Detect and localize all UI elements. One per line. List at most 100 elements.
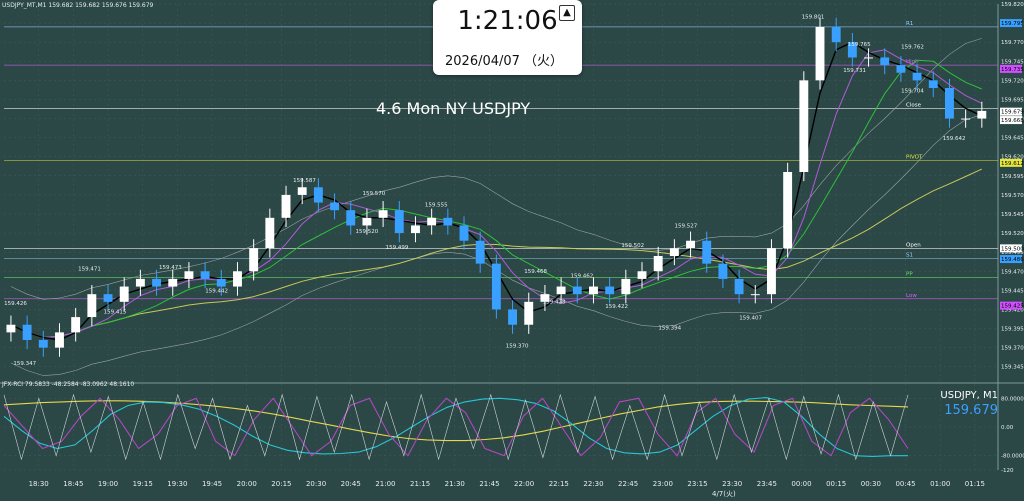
price-label: 159.394 (658, 325, 681, 331)
price-label: 159.473 (159, 265, 182, 271)
time-tick: 22:00 (514, 480, 534, 488)
price-tag-text: 159.735 (1001, 67, 1024, 73)
candle-body (38, 340, 48, 348)
price-tag-text: 159.425 (1001, 304, 1024, 310)
rci-tick: 0.00 (1001, 425, 1014, 431)
candle-body (281, 194, 291, 218)
candle-body (508, 309, 518, 325)
candle-body (750, 294, 760, 296)
price-tick: 159.645 (1001, 136, 1024, 142)
price-tick: 159.345 (1001, 365, 1024, 371)
price-label: 159.765 (848, 42, 871, 48)
rci-tick: -120 (1001, 468, 1014, 474)
candle-body (783, 172, 793, 249)
price-tag-text: 159.679 (1001, 110, 1024, 116)
price-tick: 159.520 (1001, 231, 1024, 237)
price-label: 159.570 (362, 191, 385, 197)
candle-body (912, 72, 922, 81)
rci-symbol-label: USDJPY, M1 (940, 390, 998, 401)
candle-body (637, 271, 647, 279)
time-tick: 21:45 (479, 480, 499, 488)
candle-body (977, 110, 987, 119)
candle-body (6, 324, 16, 333)
candle-body (313, 187, 323, 203)
candle-body (103, 294, 113, 302)
price-tag-text: 159.486 (1001, 257, 1024, 263)
price-label: 159.422 (605, 304, 628, 310)
candle-body (459, 225, 469, 241)
time-tick: 19:00 (98, 480, 118, 488)
candle-body (71, 317, 81, 333)
rci-title: JFX-RCI 79.5833 -48.2584 -83.0962 48.161… (1, 381, 134, 388)
price-tick: 159.545 (1001, 212, 1024, 218)
candle-body (589, 286, 598, 295)
time-tick: 19:45 (202, 480, 222, 488)
time-tick: 01:00 (930, 480, 950, 488)
price-label: 159.370 (506, 344, 529, 350)
time-tick: 00:00 (791, 480, 811, 488)
price-tick: 159.395 (1001, 327, 1024, 333)
rci-tick: -80.0000 (1001, 454, 1024, 460)
price-tick: 159.470 (1001, 269, 1024, 275)
price-tick: 159.820 (1001, 2, 1024, 8)
price-tick: 159.695 (1001, 97, 1024, 103)
candle-body (605, 286, 615, 295)
time-tick: 20:15 (271, 480, 291, 488)
candle-body (443, 217, 453, 226)
price-label: 159.587 (293, 178, 316, 184)
clock-widget: 1:21:06 2026/04/07 （火） ▲ (433, 0, 582, 75)
candle-body (362, 217, 372, 226)
level-label: Low (906, 293, 917, 299)
candle-body (621, 278, 631, 295)
candle-body (394, 210, 404, 234)
date-label: 4/7(火) (712, 490, 736, 498)
candle-body (556, 286, 566, 295)
price-label: 159.520 (356, 229, 379, 235)
time-tick: 23:30 (722, 480, 742, 488)
level-label: PP (906, 271, 913, 277)
time-tick: 01:15 (965, 480, 985, 488)
rci-tick: 80.0000 (1001, 396, 1024, 402)
candle-body (265, 217, 275, 249)
level-label: Close (906, 103, 922, 109)
time-tick: 00:45 (895, 480, 915, 488)
candle-body (734, 278, 744, 295)
candle-body (491, 263, 501, 310)
price-label: 159.499 (386, 245, 409, 251)
time-tick: 21:30 (445, 480, 465, 488)
candle-body (411, 225, 420, 234)
candle-body (686, 240, 696, 249)
price-label: 159.762 (901, 44, 924, 50)
candle-body (87, 294, 97, 318)
candle-body (475, 240, 485, 264)
candle-body (184, 271, 194, 279)
level-label: R1 (906, 21, 913, 27)
time-tick: 00:15 (826, 480, 846, 488)
candle-body (653, 256, 663, 272)
time-tick: 21:00 (375, 480, 395, 488)
price-label: 159.347 (13, 361, 36, 367)
time-tick: 21:15 (410, 480, 430, 488)
candle-body (702, 240, 712, 264)
price-label: 159.502 (621, 243, 644, 249)
candle-body (928, 80, 938, 88)
price-label: 159.801 (802, 15, 825, 21)
eject-icon[interactable]: ▲ (559, 5, 575, 21)
price-label: 159.428 (543, 299, 566, 305)
price-tick: 159.570 (1001, 193, 1024, 199)
price-label: 159.415 (104, 309, 127, 315)
time-tick: 18:45 (63, 480, 83, 488)
price-label: 159.462 (571, 273, 594, 279)
candle-body (427, 217, 437, 226)
price-tick: 159.370 (1001, 346, 1024, 352)
symbol-header: USDJPY_MT,M1 159.682 159.682 159.676 159… (2, 2, 154, 9)
candle-body (152, 278, 162, 287)
price-label: 159.471 (78, 267, 101, 273)
price-tag-text: 159.612 (1001, 161, 1024, 167)
price-tick: 159.445 (1001, 288, 1024, 294)
price-label: 159.426 (4, 301, 27, 307)
session-annotation: 4.6 Mon NY USDJPY (376, 99, 530, 118)
candle-body (767, 248, 776, 295)
price-tick: 159.595 (1001, 174, 1024, 180)
level-label: Open (906, 242, 921, 248)
